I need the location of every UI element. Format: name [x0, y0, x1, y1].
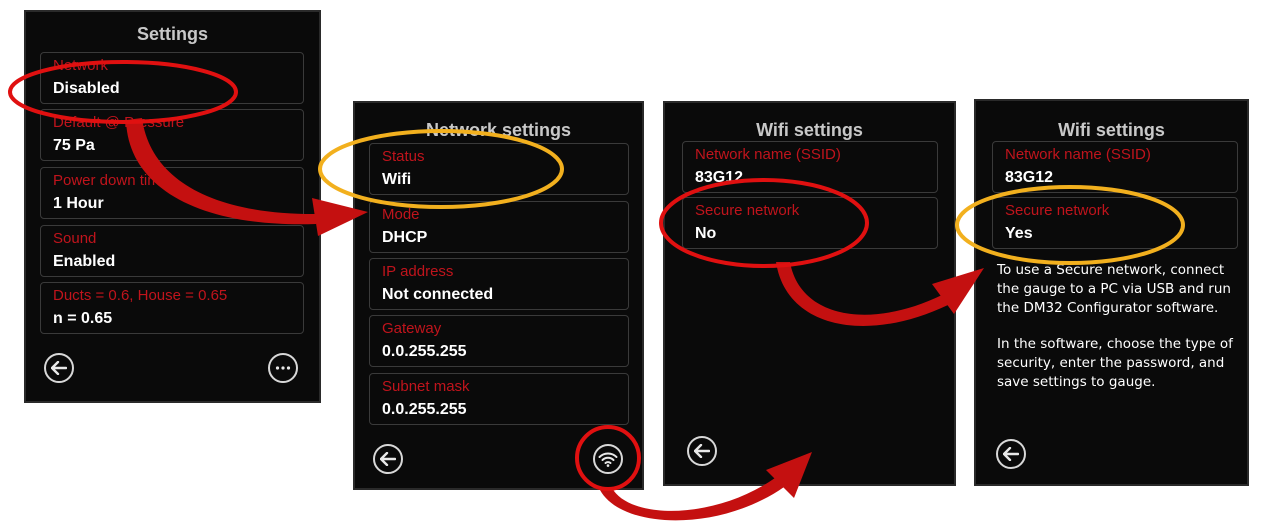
field-label: Sound: [53, 230, 97, 247]
settings-screen: Settings Network Disabled Default @ Pres…: [24, 10, 321, 403]
field-label: Power down time: [53, 172, 169, 189]
field-value: Yes: [1005, 225, 1033, 242]
field-value: Wifi: [382, 171, 412, 188]
ssid-field[interactable]: Network name (SSID) 83G12: [992, 141, 1238, 193]
field-value: Enabled: [53, 253, 116, 270]
secure-network-field[interactable]: Secure network No: [682, 197, 938, 249]
field-value: 83G12: [1005, 169, 1054, 186]
back-arrow-icon: [694, 444, 710, 458]
sound-field[interactable]: Sound Enabled: [40, 225, 304, 277]
field-value: No: [695, 225, 717, 242]
info-paragraph: In the software, choose the type of secu…: [997, 336, 1233, 390]
status-field[interactable]: Status Wifi: [369, 143, 629, 195]
field-label: Network name (SSID): [695, 146, 841, 163]
default-pressure-field[interactable]: Default @ Pressure 75 Pa: [40, 109, 304, 161]
mode-field[interactable]: Mode DHCP: [369, 201, 629, 253]
back-button[interactable]: [996, 439, 1026, 469]
info-paragraph: To use a Secure network, connect the gau…: [997, 262, 1231, 316]
field-value: n = 0.65: [53, 310, 113, 327]
field-label: Secure network: [1005, 202, 1110, 219]
wifi-settings-secure-screen: Wifi settings Network name (SSID) 83G12 …: [974, 99, 1249, 486]
field-value: 75 Pa: [53, 137, 95, 154]
more-button[interactable]: [268, 353, 298, 383]
network-settings-screen: Network settings Status Wifi Mode DHCP I…: [353, 101, 644, 490]
back-arrow-icon: [51, 361, 67, 375]
field-value: Disabled: [53, 80, 120, 97]
back-arrow-icon: [380, 452, 396, 466]
field-value: 0.0.255.255: [382, 343, 467, 360]
wifi-button[interactable]: [593, 444, 623, 474]
subnet-mask-field[interactable]: Subnet mask 0.0.255.255: [369, 373, 629, 425]
back-button[interactable]: [373, 444, 403, 474]
field-value: Not connected: [382, 286, 494, 303]
back-arrow-icon: [1003, 447, 1019, 461]
field-label: Mode: [382, 206, 420, 223]
ellipsis-icon: [275, 366, 291, 370]
field-value: 83G12: [695, 169, 744, 186]
field-label: Default @ Pressure: [53, 114, 185, 131]
network-field[interactable]: Network Disabled: [40, 52, 304, 104]
exponent-field[interactable]: Ducts = 0.6, House = 0.65 n = 0.65: [40, 282, 304, 334]
field-value: 1 Hour: [53, 195, 104, 212]
secure-network-info: To use a Secure network, connect the gau…: [997, 261, 1242, 409]
back-button[interactable]: [44, 353, 74, 383]
field-label: Subnet mask: [382, 378, 470, 395]
screen-title: Wifi settings: [1058, 120, 1165, 140]
field-label: Gateway: [382, 320, 442, 337]
wifi-icon: [598, 452, 618, 467]
field-value: 0.0.255.255: [382, 401, 467, 418]
screen-title: Wifi settings: [756, 120, 863, 140]
field-label: Network name (SSID): [1005, 146, 1151, 163]
field-label: Network: [53, 57, 109, 74]
back-button[interactable]: [687, 436, 717, 466]
secure-network-field[interactable]: Secure network Yes: [992, 197, 1238, 249]
ssid-field[interactable]: Network name (SSID) 83G12: [682, 141, 938, 193]
field-label: Ducts = 0.6, House = 0.65: [53, 287, 228, 304]
field-label: IP address: [382, 263, 454, 280]
ip-address-field[interactable]: IP address Not connected: [369, 258, 629, 310]
power-down-field[interactable]: Power down time 1 Hour: [40, 167, 304, 219]
field-value: DHCP: [382, 229, 428, 246]
screen-title: Network settings: [425, 120, 572, 140]
screen-title: Settings: [136, 24, 208, 44]
field-label: Secure network: [695, 202, 800, 219]
wifi-settings-screen: Wifi settings Network name (SSID) 83G12 …: [663, 101, 956, 486]
field-label: Status: [382, 148, 425, 165]
gateway-field[interactable]: Gateway 0.0.255.255: [369, 315, 629, 367]
